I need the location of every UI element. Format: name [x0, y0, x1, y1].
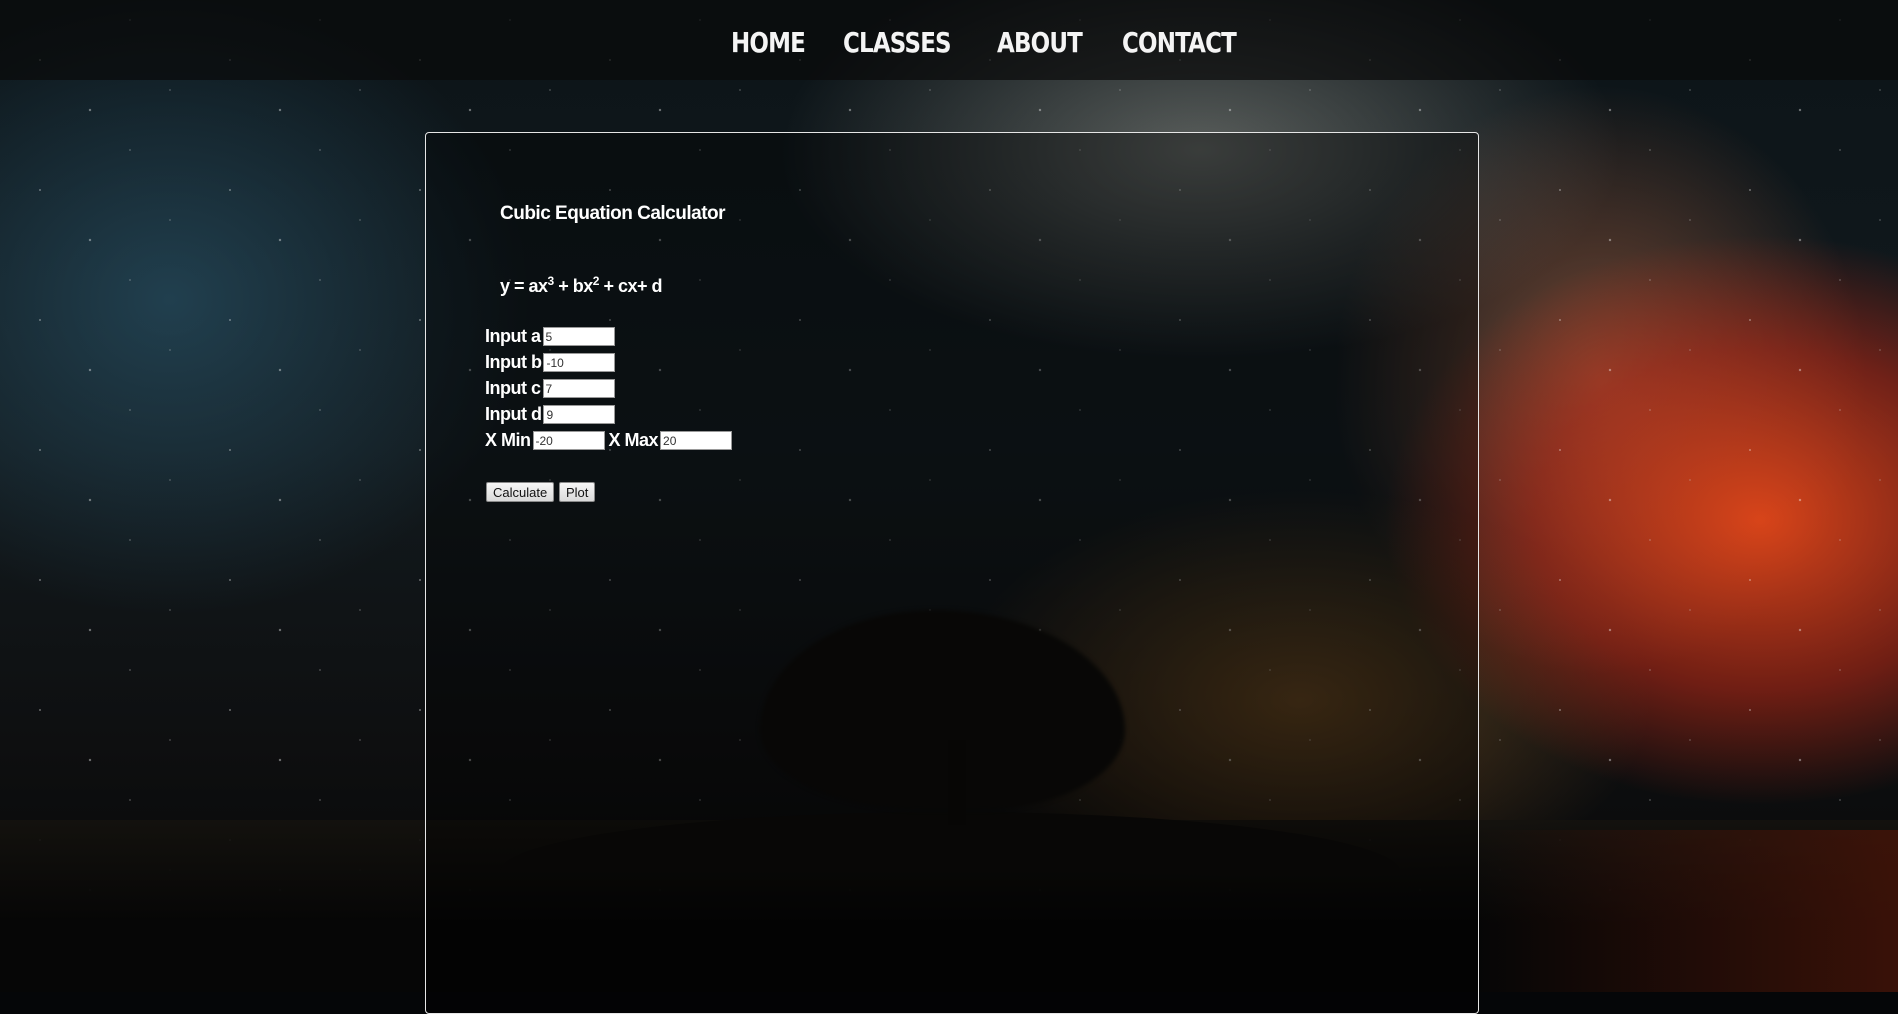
- input-c-field[interactable]: [542, 379, 615, 398]
- input-b-field[interactable]: [543, 353, 616, 372]
- nav-contact-link[interactable]: CONTACT: [1122, 26, 1237, 59]
- x-min-label: X Min: [485, 430, 531, 450]
- x-max-label: X Max: [608, 430, 659, 450]
- x-max-field[interactable]: [660, 431, 733, 450]
- formula-prefix: y = ax: [500, 276, 548, 296]
- input-c-label: Input c: [485, 378, 541, 398]
- x-range-row: X Min X Max: [485, 430, 733, 451]
- nav-home-link[interactable]: HOME: [731, 26, 806, 59]
- main-nav: HOME CLASSES ABOUT CONTACT: [731, 26, 1261, 59]
- input-d-field[interactable]: [543, 405, 616, 424]
- input-d-label: Input d: [485, 404, 542, 424]
- nav-about-link[interactable]: ABOUT: [997, 26, 1083, 59]
- input-c-row: Input c: [485, 378, 615, 399]
- top-navigation-bar: HOME CLASSES ABOUT CONTACT: [0, 0, 1898, 80]
- input-b-row: Input b: [485, 352, 616, 373]
- input-a-label: Input a: [485, 326, 541, 346]
- input-b-label: Input b: [485, 352, 542, 372]
- ground-glow: [1478, 830, 1898, 992]
- plot-button[interactable]: Plot: [559, 482, 596, 502]
- input-a-field[interactable]: [542, 327, 615, 346]
- formula-suffix: + cx+ d: [598, 276, 662, 296]
- input-d-row: Input d: [485, 404, 616, 425]
- calculator-title: Cubic Equation Calculator: [500, 203, 726, 224]
- formula-mid: + bx: [553, 276, 593, 296]
- content-panel: [425, 132, 1479, 1014]
- nav-classes-link[interactable]: CLASSES: [843, 26, 952, 59]
- cubic-formula: y = ax3 + bx2 + cx+ d: [500, 274, 663, 297]
- input-a-row: Input a: [485, 326, 615, 347]
- calculate-button[interactable]: Calculate: [486, 482, 555, 502]
- x-min-field[interactable]: [532, 431, 605, 450]
